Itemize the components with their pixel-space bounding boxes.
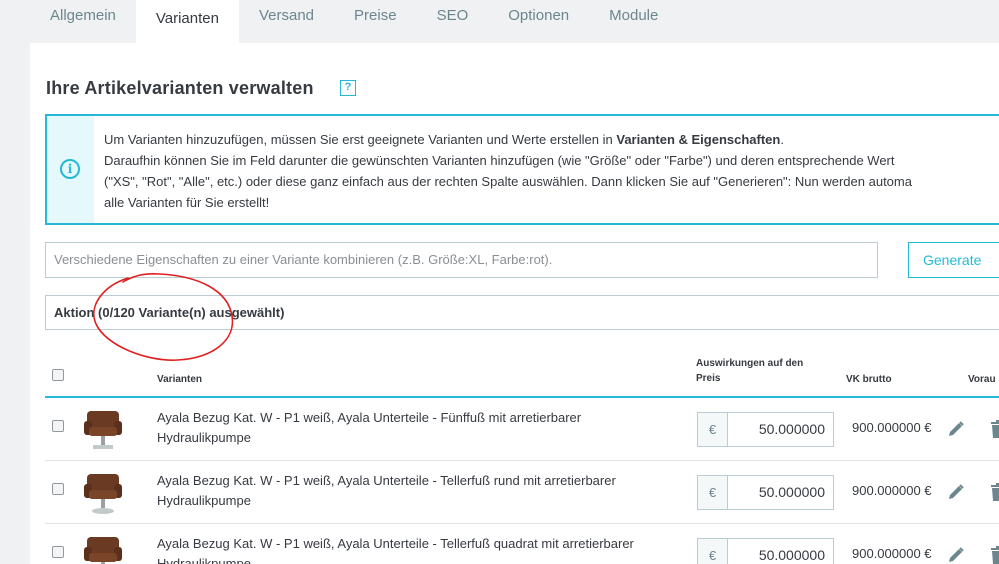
delete-icon[interactable] [991,420,999,438]
table-row: Ayala Bezug Kat. W - P1 weiß, Ayala Unte… [45,524,999,564]
variant-name: Ayala Bezug Kat. W - P1 weiß, Ayala Unte… [157,471,637,511]
column-header-vk-brutto: VK brutto [846,374,892,385]
bulk-action-bar[interactable]: Aktion (0/120 Variante(n) ausgewählt) [45,295,999,330]
tab-module[interactable]: Module [589,0,678,43]
tab-varianten[interactable]: Varianten [135,0,239,43]
info-line-1: Um Varianten hinzuzufügen, müssen Sie er… [104,129,999,150]
price-impact-input[interactable]: € 50.000000 [697,412,834,447]
generate-button[interactable]: Generate [908,242,999,278]
delete-icon[interactable] [991,483,999,501]
column-header-variants: Varianten [157,374,203,385]
variant-name: Ayala Bezug Kat. W - P1 weiß, Ayala Unte… [157,534,637,564]
info-alert-sidebar: i [47,116,94,223]
price-impact-value[interactable]: 50.000000 [728,413,833,446]
edit-icon[interactable] [947,546,965,564]
variant-name-line2: Hydraulikpumpe [157,430,251,445]
tab-bar: Allgemein Varianten Versand Preise SEO O… [30,0,678,43]
info-alert: i Um Varianten hinzuzufügen, müssen Sie … [45,114,999,225]
column-header-impact-line1: Auswirkungen auf den [696,358,804,369]
table-row: Ayala Bezug Kat. W - P1 weiß, Ayala Unte… [45,461,999,524]
row-checkbox[interactable] [52,546,64,558]
table-row: Ayala Bezug Kat. W - P1 weiß, Ayala Unte… [45,398,999,461]
attributes-link-text: Varianten & Eigenschaften [616,132,781,147]
vk-brutto-value: 900.000000 € [852,420,932,435]
price-impact-input[interactable]: € 50.000000 [697,475,834,510]
variant-thumbnail [84,537,122,564]
price-impact-input[interactable]: € 50.000000 [697,538,834,564]
currency-addon: € [698,539,728,564]
column-header-impact-line2: Preis [696,373,721,384]
info-alert-text: Um Varianten hinzuzufügen, müssen Sie er… [104,129,999,213]
combine-attributes-input[interactable]: Verschiedene Eigenschaften zu einer Vari… [45,242,878,278]
currency-addon: € [698,476,728,509]
edit-icon[interactable] [947,420,965,438]
row-checkbox[interactable] [52,420,64,432]
variant-thumbnail [84,474,122,514]
tab-preise[interactable]: Preise [334,0,417,43]
currency-addon: € [698,413,728,446]
variant-name-line1: Ayala Bezug Kat. W - P1 weiß, Ayala Unte… [157,410,582,425]
tab-seo[interactable]: SEO [417,0,489,43]
info-line-3: ("XS", "Rot", "Alle", etc.) oder diese g… [104,174,912,189]
price-impact-value[interactable]: 50.000000 [728,476,833,509]
table-header: Varianten Auswirkungen auf den Preis VK … [45,343,999,398]
variant-name-line2: Hydraulikpumpe [157,493,251,508]
variant-name-line1: Ayala Bezug Kat. W - P1 weiß, Ayala Unte… [157,473,616,488]
info-icon: i [60,159,80,179]
column-header-default: Vorau [968,374,996,385]
select-all-checkbox[interactable] [52,369,64,381]
tab-optionen[interactable]: Optionen [488,0,589,43]
delete-icon[interactable] [991,546,999,564]
tab-allgemein[interactable]: Allgemein [30,0,136,43]
info-line-4: alle Varianten für Sie erstellt! [104,195,270,210]
variant-thumbnail [84,411,122,449]
variant-name: Ayala Bezug Kat. W - P1 weiß, Ayala Unte… [157,408,637,448]
vk-brutto-value: 900.000000 € [852,483,932,498]
info-line-1-suffix: . [780,132,784,147]
variant-name-line1: Ayala Bezug Kat. W - P1 weiß, Ayala Unte… [157,536,634,551]
row-checkbox[interactable] [52,483,64,495]
variant-name-line2: Hydraulikpumpe [157,556,251,564]
variants-panel: Ihre Artikelvarianten verwalten ? i Um V… [30,43,999,564]
info-line-1-text: Um Varianten hinzuzufügen, müssen Sie er… [104,132,617,147]
tab-versand[interactable]: Versand [239,0,334,43]
help-icon[interactable]: ? [340,80,356,96]
price-impact-value[interactable]: 50.000000 [728,539,833,564]
page-title: Ihre Artikelvarianten verwalten [46,78,314,98]
vk-brutto-value: 900.000000 € [852,546,932,561]
info-line-2: Daraufhin können Sie im Feld darunter di… [104,153,895,168]
edit-icon[interactable] [947,483,965,501]
column-header-impact: Auswirkungen auf den Preis [696,356,826,386]
